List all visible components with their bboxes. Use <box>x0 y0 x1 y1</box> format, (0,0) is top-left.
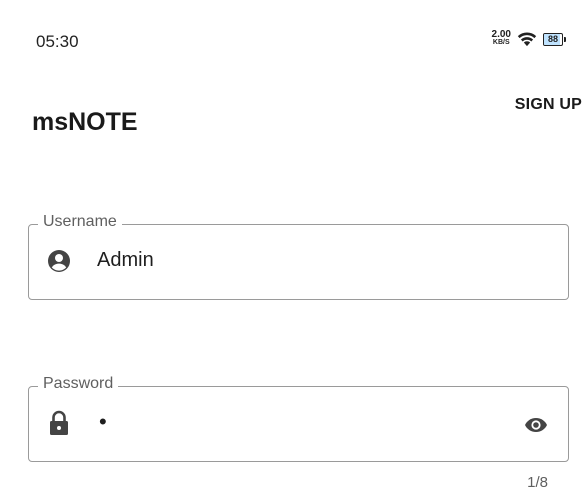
password-label: Password <box>38 375 119 393</box>
password-input[interactable]: • <box>99 409 499 435</box>
battery-body: 88 <box>543 32 563 46</box>
sign-up-button[interactable]: SIGN UP <box>515 96 582 114</box>
username-label: Username <box>38 213 122 231</box>
eye-icon[interactable] <box>524 413 548 437</box>
battery-tip <box>564 36 566 42</box>
password-field[interactable]: Password • <box>28 375 569 462</box>
username-input[interactable] <box>97 249 497 272</box>
network-speed-unit: KB/S <box>492 39 510 46</box>
account-circle-icon <box>47 247 71 275</box>
password-char-counter: 1/8 <box>527 474 548 491</box>
battery-indicator: 88 <box>543 32 566 46</box>
network-speed: 2.00 KB/S <box>491 29 511 47</box>
username-field[interactable]: Username <box>28 213 569 300</box>
network-speed-value: 2.00 <box>491 29 511 40</box>
lock-icon <box>47 409 71 437</box>
login-screen: 05:30 2.00 KB/S 88 msNOTE SIGN UP Userna… <box>0 0 588 496</box>
wifi-icon <box>517 32 537 47</box>
status-indicators: 2.00 KB/S 88 <box>491 29 566 47</box>
battery-level: 88 <box>547 33 558 44</box>
status-time: 05:30 <box>36 32 79 51</box>
app-title: msNOTE <box>32 108 138 136</box>
